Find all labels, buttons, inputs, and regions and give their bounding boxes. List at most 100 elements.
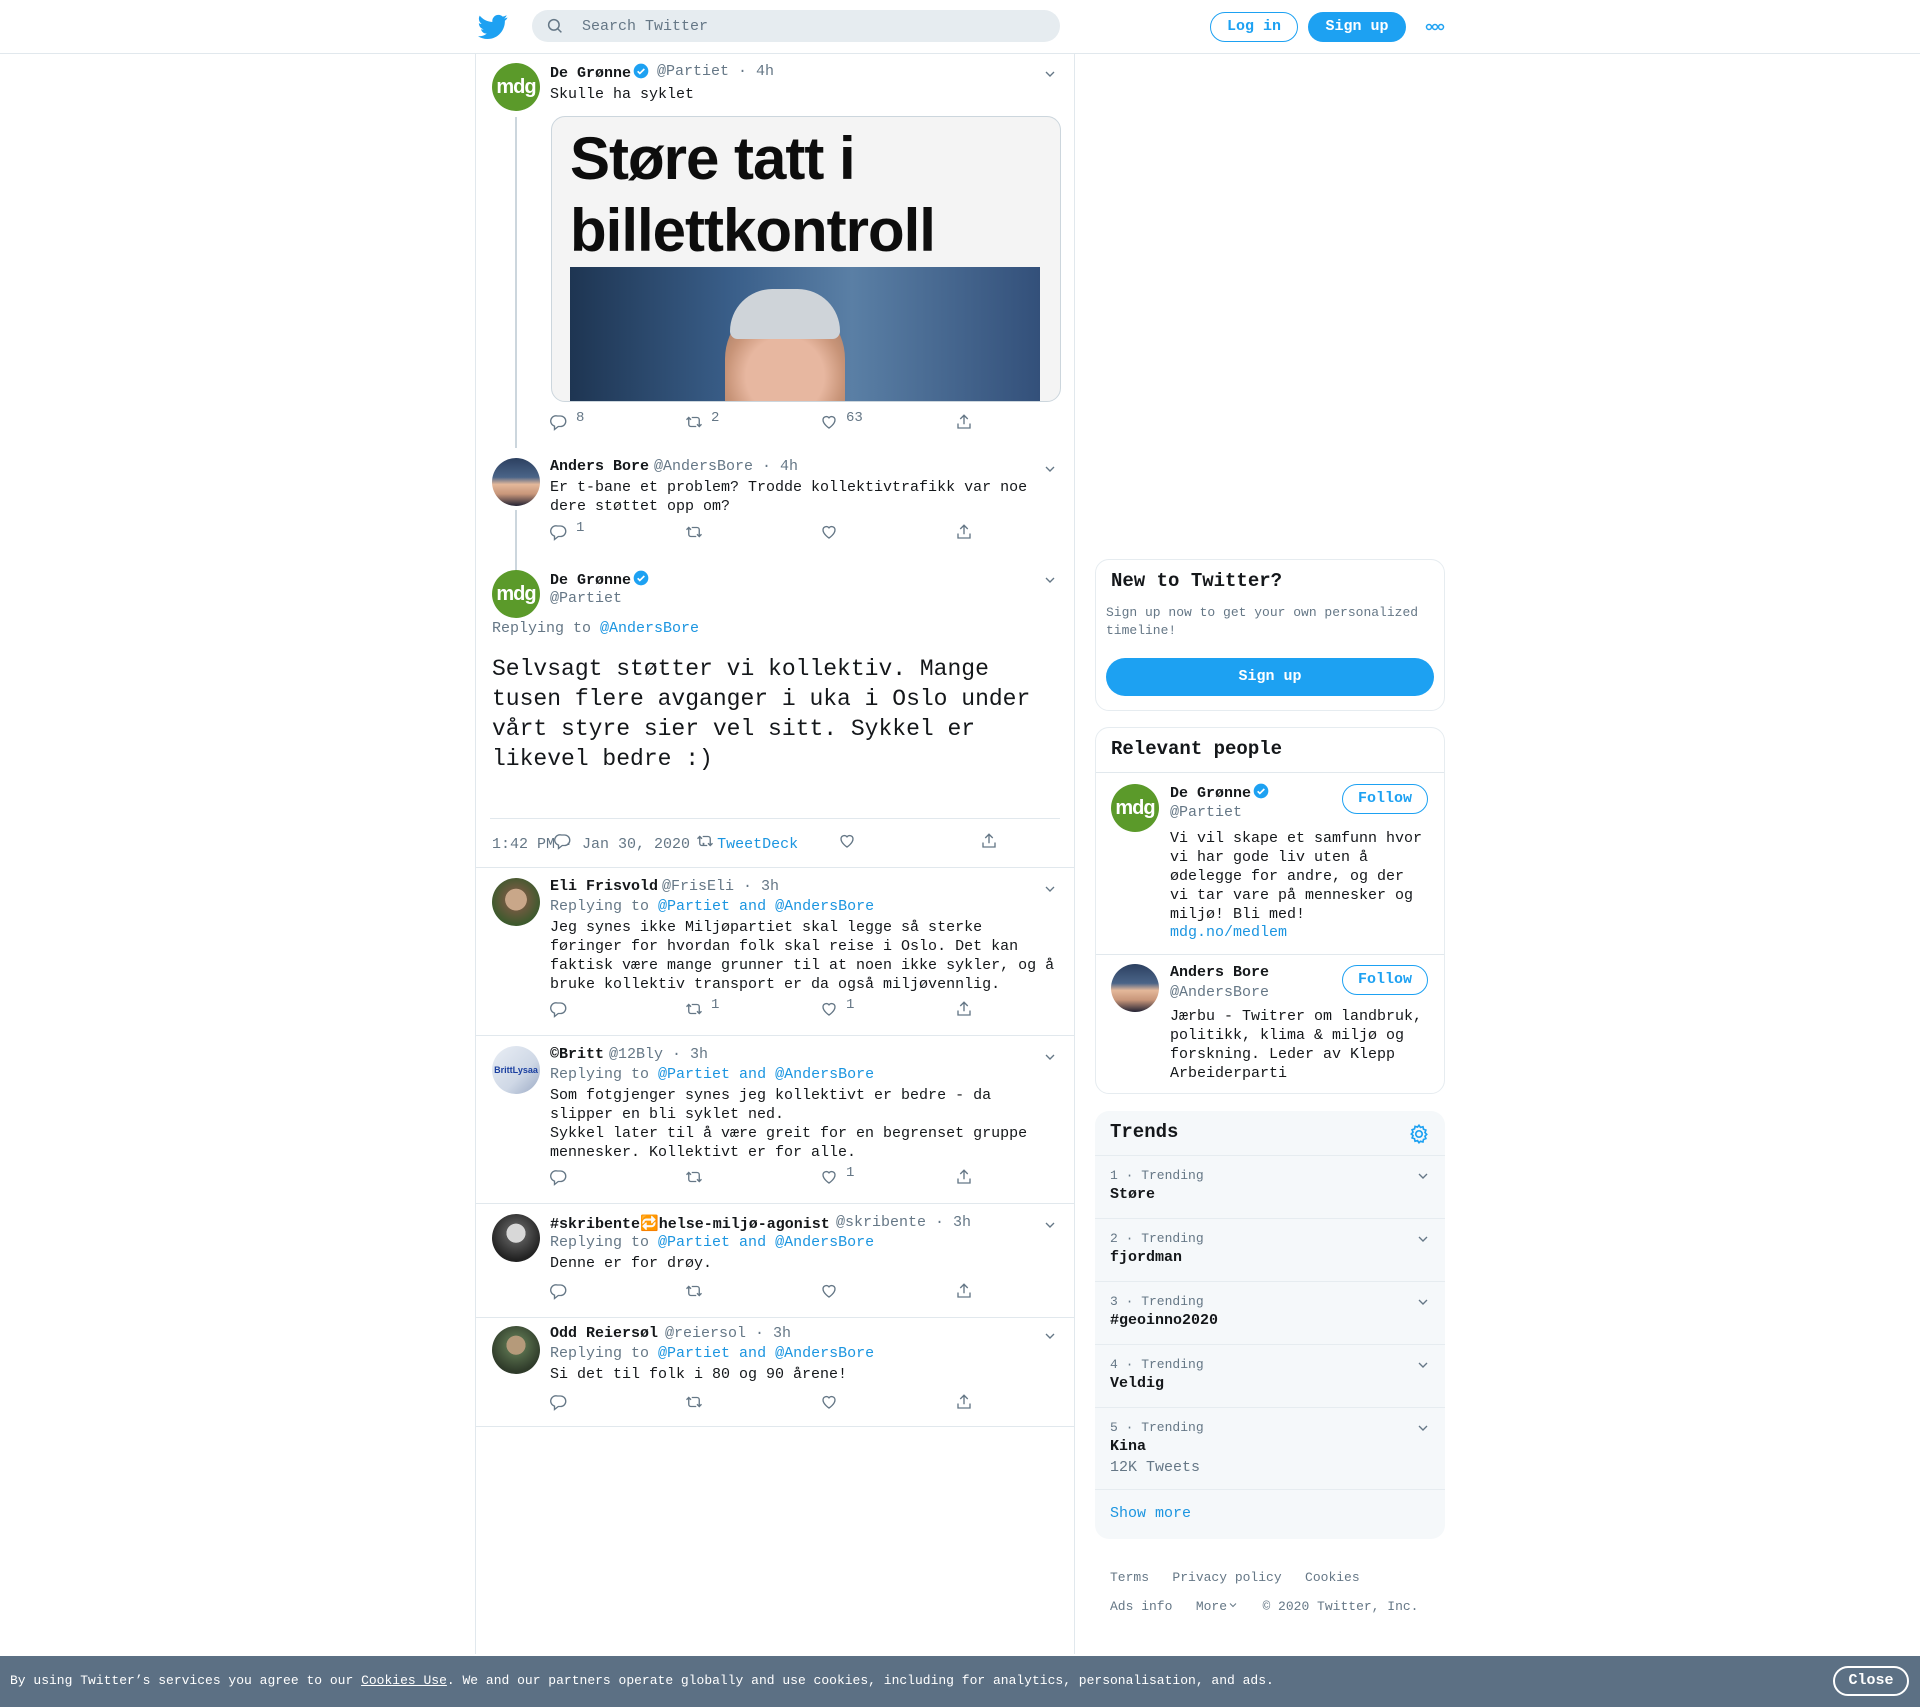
handle-text[interactable]: @12Bly [609, 1046, 663, 1063]
trend-name[interactable]: Veldig [1110, 1375, 1164, 1392]
handle-text[interactable]: @skribente [836, 1214, 926, 1231]
person-name[interactable]: De Grønne [1170, 783, 1269, 802]
replying-to-link[interactable]: @Partiet and @AndersBore [658, 898, 874, 915]
like-button[interactable] [820, 1393, 838, 1413]
tweet-parent[interactable]: mdg De Grønne @Partiet · 4h Skulle ha sy… [476, 54, 1074, 448]
reply-button[interactable] [550, 1000, 568, 1020]
retweet-button[interactable]: 1 [685, 997, 719, 1020]
author-handle[interactable]: @12Bly · 3h [609, 1046, 708, 1063]
footer-terms-link[interactable]: Terms [1110, 1570, 1149, 1585]
reply-tweet[interactable]: BrittLysaa ©Britt @12Bly · 3h Replying t… [476, 1036, 1074, 1204]
trend-name[interactable]: #geoinno2020 [1110, 1312, 1218, 1329]
author-name-text[interactable]: De Grønne [550, 572, 631, 589]
search-box[interactable] [532, 10, 1060, 42]
like-button[interactable]: 1 [820, 997, 854, 1020]
tweet-time[interactable]: · 3h [935, 1214, 971, 1231]
reply-button[interactable] [550, 1393, 568, 1413]
reply-tweet[interactable]: Eli Frisvold @FrisEli · 3h Replying to @… [476, 868, 1074, 1036]
like-button[interactable]: 1 [820, 1165, 854, 1188]
tweet-time[interactable]: · 4h [738, 63, 774, 80]
replying-to-link[interactable]: @Partiet and @AndersBore [658, 1234, 874, 1251]
chevron-down-icon[interactable] [1415, 1231, 1431, 1247]
footer-privacy-link[interactable]: Privacy policy [1172, 1570, 1281, 1585]
author-name[interactable]: ©Britt [550, 1046, 604, 1063]
reply-tweet[interactable]: Odd Reiersøl @reiersol · 3h Replying to … [476, 1318, 1074, 1430]
share-button[interactable] [955, 1282, 973, 1302]
trend-item[interactable]: 3 · Trending #geoinno2020 [1095, 1281, 1445, 1344]
retweet-button[interactable]: 2 [685, 410, 719, 433]
person-handle[interactable]: @Partiet [1170, 804, 1242, 821]
like-button[interactable] [820, 523, 838, 543]
share-button[interactable] [955, 1168, 973, 1188]
reply-button[interactable] [550, 1168, 568, 1188]
chevron-down-icon[interactable] [1042, 461, 1058, 477]
chevron-down-icon[interactable] [1415, 1168, 1431, 1184]
chevron-down-icon[interactable] [1415, 1357, 1431, 1373]
trend-item[interactable]: 5 · Trending Kina 12K Tweets [1095, 1407, 1445, 1489]
retweet-button[interactable] [685, 1393, 703, 1413]
reply-tweet[interactable]: #skribente🔁helse-miljø-agonist @skribent… [476, 1204, 1074, 1318]
retweet-button[interactable] [685, 1282, 703, 1302]
login-button[interactable]: Log in [1210, 12, 1298, 42]
author-handle[interactable]: @skribente · 3h [836, 1214, 971, 1231]
like-button[interactable]: 63 [820, 410, 863, 433]
reply-button[interactable] [550, 1282, 568, 1302]
author-handle[interactable]: @reiersol · 3h [665, 1325, 791, 1342]
footer-more-link[interactable]: More [1196, 1599, 1239, 1614]
author-name[interactable]: De Grønne [550, 63, 649, 82]
author-name[interactable]: Odd Reiersøl [550, 1325, 658, 1342]
trend-item[interactable]: 1 · Trending Støre [1095, 1155, 1445, 1218]
avatar[interactable] [492, 1214, 540, 1262]
chevron-down-icon[interactable] [1042, 881, 1058, 897]
trend-item[interactable]: 4 · Trending Veldig [1095, 1344, 1445, 1407]
share-button[interactable] [955, 523, 973, 543]
author-name[interactable]: #skribente🔁helse-miljø-agonist [550, 1214, 830, 1233]
handle-text[interactable]: @AndersBore [654, 458, 753, 475]
settings-gear-icon[interactable] [1408, 1123, 1430, 1145]
avatar[interactable]: mdg [492, 63, 540, 111]
handle-text[interactable]: @Partiet [657, 63, 729, 80]
person-handle[interactable]: @AndersBore [1170, 984, 1269, 1001]
chevron-down-icon[interactable] [1042, 572, 1058, 588]
share-button[interactable] [955, 413, 973, 433]
retweet-button[interactable] [696, 832, 714, 852]
cookies-use-link[interactable]: Cookies Use [361, 1673, 447, 1688]
like-button[interactable] [838, 832, 856, 852]
retweet-button[interactable] [685, 1168, 703, 1188]
person-name-text[interactable]: De Grønne [1170, 785, 1251, 802]
avatar[interactable] [1111, 964, 1159, 1012]
like-button[interactable] [820, 1282, 838, 1302]
show-more-row[interactable]: Show more [1095, 1489, 1445, 1539]
person-name[interactable]: Anders Bore [1170, 964, 1269, 981]
avatar[interactable] [492, 878, 540, 926]
signup-button[interactable]: Sign up [1106, 658, 1434, 696]
retweet-button[interactable] [685, 523, 703, 543]
chevron-down-icon[interactable] [1042, 1328, 1058, 1344]
avatar[interactable] [492, 458, 540, 506]
author-name-text[interactable]: De Grønne [550, 65, 631, 82]
replying-to-link[interactable]: @Partiet and @AndersBore [658, 1345, 874, 1362]
reply-button[interactable]: 1 [550, 520, 584, 543]
footer-more-label[interactable]: More [1196, 1599, 1227, 1614]
share-button[interactable] [955, 1000, 973, 1020]
tweet-media-image[interactable]: Støre tatt i billettkontroll [551, 116, 1061, 402]
share-button[interactable] [955, 1393, 973, 1413]
trend-name[interactable]: Kina [1110, 1438, 1146, 1455]
chevron-down-icon[interactable] [1415, 1294, 1431, 1310]
avatar[interactable]: BrittLysaa [492, 1046, 540, 1094]
avatar[interactable] [492, 1326, 540, 1374]
handle-text[interactable]: @FrisEli [662, 878, 734, 895]
avatar[interactable]: mdg [1111, 784, 1159, 832]
footer-ads-info-link[interactable]: Ads info [1110, 1599, 1172, 1614]
signup-button[interactable]: Sign up [1308, 12, 1406, 42]
chevron-down-icon[interactable] [1042, 1217, 1058, 1233]
tweet-time[interactable]: · 4h [762, 458, 798, 475]
more-options-icon[interactable] [1425, 17, 1445, 37]
chevron-down-icon[interactable] [1415, 1420, 1431, 1436]
trend-name[interactable]: Støre [1110, 1186, 1155, 1203]
author-name[interactable]: Eli Frisvold [550, 878, 658, 895]
trend-name[interactable]: fjordman [1110, 1249, 1182, 1266]
author-handle[interactable]: @Partiet [550, 590, 622, 607]
tweet-time[interactable]: · 3h [672, 1046, 708, 1063]
reply-button[interactable]: 8 [550, 410, 584, 433]
